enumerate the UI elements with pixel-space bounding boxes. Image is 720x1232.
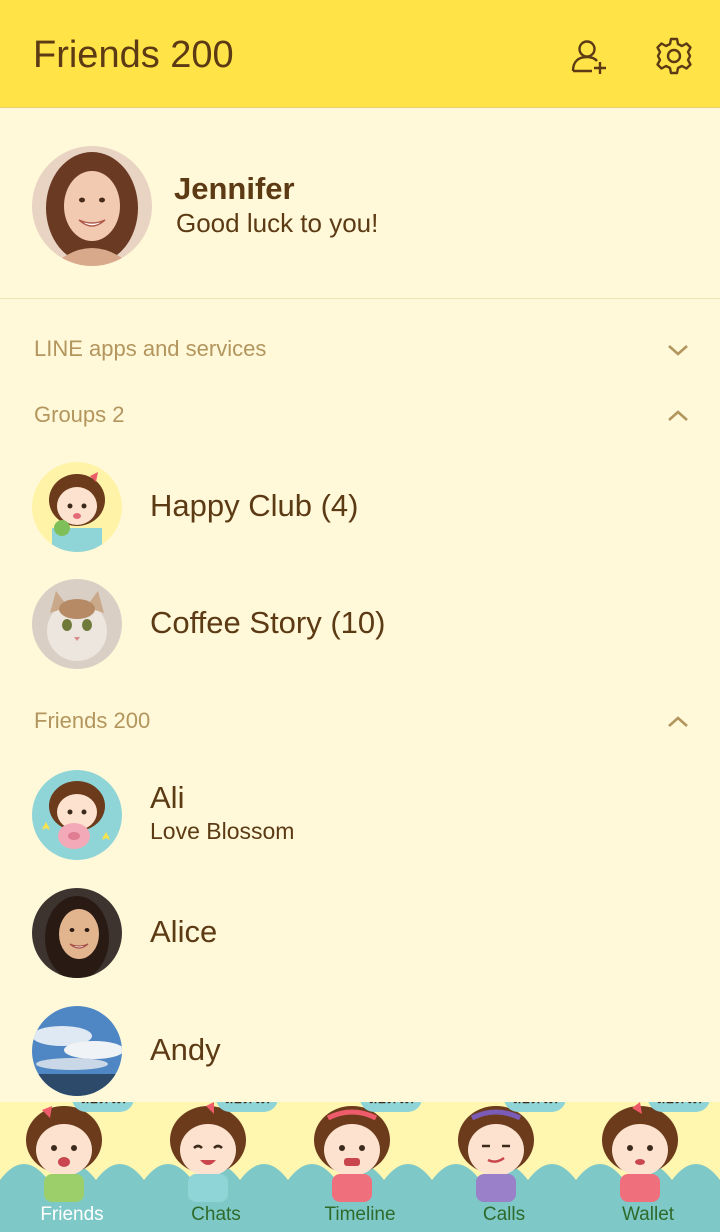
cartoon-girl-icon	[458, 1106, 534, 1202]
group-name: Coffee Story (10)	[150, 605, 386, 640]
tab-wallet[interactable]: ลอตโต้ Wallet	[576, 1102, 720, 1232]
cartoon-girl-icon	[26, 1106, 102, 1202]
chevron-up-icon[interactable]	[664, 712, 692, 732]
cat-photo-avatar	[32, 579, 122, 669]
profile-status-message: Good luck to you!	[176, 208, 379, 238]
tab-calls[interactable]: ลอตโต้ Calls	[432, 1102, 576, 1232]
chevron-up-icon[interactable]	[664, 406, 692, 426]
cartoon-girl-avatar	[32, 462, 122, 552]
friend-row[interactable]: Ali Love Blossom	[0, 760, 720, 870]
tab-badge: ลอตโต้	[648, 1102, 710, 1112]
friend-row[interactable]: Alice	[0, 878, 720, 988]
header-bar: Friends 200	[0, 0, 720, 108]
woman-photo-avatar	[32, 888, 122, 978]
tab-badge: ลอตโต้	[72, 1102, 134, 1112]
friend-row[interactable]: Andy	[0, 996, 720, 1106]
tab-chats[interactable]: ลอตโต้ Chats	[144, 1102, 288, 1232]
group-row[interactable]: Happy Club (4)	[0, 452, 720, 562]
friend-name: Andy	[150, 1032, 221, 1067]
tab-friends[interactable]: ลอตโต้ Friends	[0, 1102, 144, 1232]
section-line-apps[interactable]: LINE apps and services	[0, 320, 720, 380]
group-name: Happy Club (4)	[150, 488, 359, 523]
add-friend-icon[interactable]	[568, 34, 612, 78]
cartoon-girl-icon	[314, 1106, 390, 1202]
my-profile[interactable]: Jennifer Good luck to you!	[0, 109, 720, 299]
cartoon-girl-pig-avatar	[32, 770, 122, 860]
sky-photo-avatar	[32, 1006, 122, 1096]
chevron-down-icon[interactable]	[664, 340, 692, 360]
profile-avatar[interactable]	[32, 146, 152, 266]
section-label: Friends 200	[34, 708, 151, 733]
cartoon-girl-icon	[170, 1102, 246, 1202]
tab-label: Calls	[482, 1204, 526, 1225]
tab-badge: ลอตโต้	[360, 1102, 422, 1112]
section-label: Groups 2	[34, 402, 125, 427]
tab-badge: ลอตโต้	[216, 1102, 278, 1112]
page-title: Friends 200	[33, 34, 234, 76]
cartoon-girl-icon	[602, 1102, 678, 1202]
bottom-tab-bar: ลอตโต้ Friends ลอตโต้ Chats ลอตโต้ Timel…	[0, 1102, 720, 1232]
tab-label: Timeline	[324, 1204, 396, 1225]
section-groups[interactable]: Groups 2	[0, 386, 720, 446]
friend-name: Alice	[150, 914, 218, 949]
section-friends[interactable]: Friends 200	[0, 692, 720, 752]
friend-name: Ali	[150, 780, 185, 815]
profile-name: Jennifer	[174, 171, 295, 206]
tab-label: Wallet	[621, 1204, 675, 1225]
tab-timeline[interactable]: ลอตโต้ Timeline	[288, 1102, 432, 1232]
friend-status-message: Love Blossom	[150, 818, 295, 844]
tab-badge: ลอตโต้	[504, 1102, 566, 1112]
group-row[interactable]: Coffee Story (10)	[0, 569, 720, 679]
tab-label: Friends	[40, 1204, 104, 1225]
gear-icon[interactable]	[652, 34, 696, 78]
tab-label: Chats	[191, 1204, 241, 1225]
section-label: LINE apps and services	[34, 336, 267, 361]
